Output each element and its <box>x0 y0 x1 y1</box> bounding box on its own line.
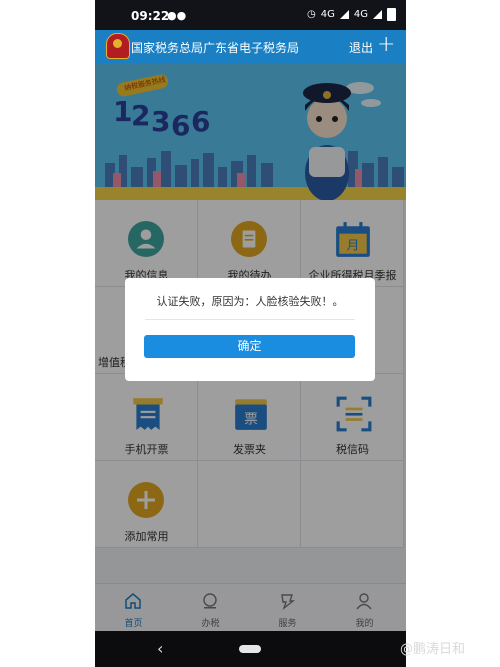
alarm-icon: ◷ <box>307 9 316 20</box>
system-nav-bar: ‹ <box>95 631 406 667</box>
status-bar: 09:22 ●● ◷ 4G 4G <box>95 0 406 30</box>
signal-icon <box>339 10 349 19</box>
network-label-2: 4G <box>353 9 368 20</box>
network-label-1: 4G <box>320 9 335 20</box>
battery-icon <box>387 8 396 21</box>
alert-dialog: 认证失败，原因为：人脸核验失败！。 确定 <box>125 278 375 381</box>
back-icon[interactable]: ‹ <box>157 639 163 658</box>
plus-icon[interactable]: + <box>377 33 395 57</box>
confirm-button[interactable]: 确定 <box>144 335 355 358</box>
home-pill[interactable] <box>239 645 261 653</box>
dialog-message: 认证失败，原因为：人脸核验失败！。 <box>156 295 344 308</box>
tax-emblem-logo <box>106 33 130 59</box>
status-time: 09:22 <box>131 9 170 23</box>
logout-button[interactable]: 退出 <box>349 39 373 56</box>
watermark: @鹏涛日和 <box>400 642 466 657</box>
status-icons: ◷ 4G 4G <box>307 8 396 21</box>
dialog-divider <box>145 319 355 320</box>
app-header: 国家税务总局广东省电子税务局 退出 + <box>95 30 406 63</box>
wechat-icon: ●● <box>167 9 187 22</box>
phone-screen: 09:22 ●● ◷ 4G 4G 国家税务总局广东省电子税务局 退出 + 1 2… <box>95 0 406 667</box>
page-title: 国家税务总局广东省电子税务局 <box>131 41 300 55</box>
signal-icon-2 <box>373 10 382 19</box>
